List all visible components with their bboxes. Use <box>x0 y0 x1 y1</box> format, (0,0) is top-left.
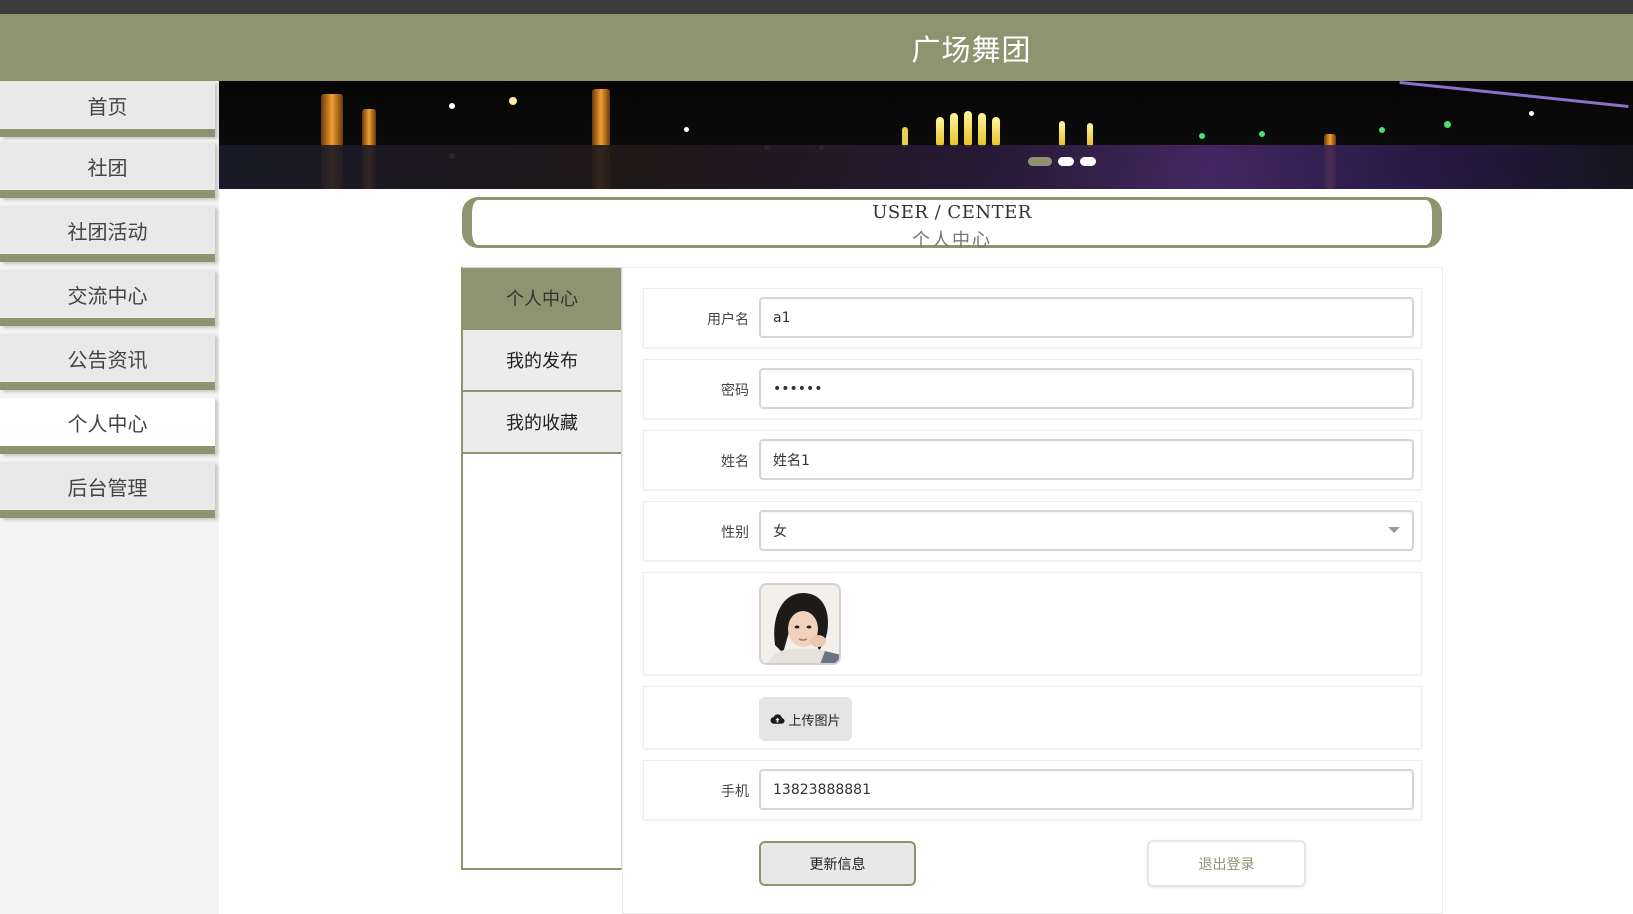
carousel-indicators <box>1028 157 1096 166</box>
upload-image-button[interactable]: 上传图片 <box>759 697 852 741</box>
username-field[interactable]: a1 <box>759 297 1414 338</box>
cloud-upload-icon <box>771 714 786 724</box>
password-row: 密码 •••••• <box>643 359 1422 419</box>
site-header: 广场舞团 <box>0 14 1633 81</box>
menu-item-label: 个人中心 <box>506 289 578 310</box>
logout-button[interactable]: 退出登录 <box>1147 840 1306 887</box>
site-title: 广场舞团 <box>911 32 1032 67</box>
user-center-menu: 个人中心 我的发布 我的收藏 <box>461 267 622 870</box>
phone-field[interactable]: 13823888881 <box>759 769 1414 810</box>
profile-form: 用户名 a1 密码 •••••• 姓名 姓名1 性别 女 上传图片 手机 138… <box>622 267 1443 914</box>
section-title-en: USER / CENTER <box>872 202 1032 223</box>
password-label: 密码 <box>721 383 749 399</box>
menu-item-label: 我的发布 <box>506 351 578 372</box>
update-info-button[interactable]: 更新信息 <box>759 841 916 886</box>
sidebar-item-forum[interactable]: 交流中心 <box>0 270 215 326</box>
menu-item-my-favorites[interactable]: 我的收藏 <box>463 392 621 454</box>
banner-carousel[interactable] <box>219 81 1633 189</box>
sidebar-item-label: 社团 <box>87 155 128 180</box>
sidebar-item-label: 公告资讯 <box>67 347 148 372</box>
carousel-dot[interactable] <box>1028 157 1052 166</box>
chevron-down-icon <box>1388 527 1400 533</box>
sidebar-item-label: 交流中心 <box>67 283 148 308</box>
phone-row: 手机 13823888881 <box>643 760 1422 820</box>
name-label: 姓名 <box>721 454 749 470</box>
gender-select-value: 女 <box>773 523 787 540</box>
avatar[interactable] <box>759 583 841 665</box>
password-field[interactable]: •••••• <box>759 368 1414 409</box>
avatar-row <box>643 572 1422 675</box>
sidebar-item-label: 首页 <box>87 94 128 119</box>
sidebar-nav: 首页 社团 社团活动 交流中心 公告资讯 个人中心 后台管理 <box>0 81 219 914</box>
name-row: 姓名 姓名1 <box>643 430 1422 490</box>
sidebar-item-club[interactable]: 社团 <box>0 142 215 198</box>
name-field[interactable]: 姓名1 <box>759 439 1414 480</box>
sidebar-item-club-activities[interactable]: 社团活动 <box>0 206 215 262</box>
gender-label: 性别 <box>721 525 749 541</box>
gender-select[interactable]: 女 <box>759 510 1414 551</box>
gender-row: 性别 女 <box>643 501 1422 561</box>
phone-label: 手机 <box>721 784 749 800</box>
browser-chrome-strip <box>0 0 1633 14</box>
section-title-cn: 个人中心 <box>912 230 992 251</box>
sidebar-item-label: 社团活动 <box>67 219 148 244</box>
upload-button-label: 上传图片 <box>788 713 841 729</box>
sidebar-item-news[interactable]: 公告资讯 <box>0 334 215 390</box>
sidebar-item-home[interactable]: 首页 <box>0 81 215 137</box>
sidebar-item-label: 后台管理 <box>67 475 148 500</box>
sidebar-item-admin[interactable]: 后台管理 <box>0 462 215 518</box>
sidebar-item-user-center[interactable]: 个人中心 <box>0 398 215 454</box>
menu-item-user-center[interactable]: 个人中心 <box>463 268 621 330</box>
section-title: USER / CENTER 个人中心 <box>462 197 1442 251</box>
username-label: 用户名 <box>707 312 749 328</box>
carousel-dot[interactable] <box>1058 157 1074 166</box>
username-row: 用户名 a1 <box>643 288 1422 348</box>
menu-item-my-posts[interactable]: 我的发布 <box>463 330 621 392</box>
carousel-dot[interactable] <box>1080 157 1096 166</box>
menu-item-label: 我的收藏 <box>506 413 578 434</box>
upload-row: 上传图片 <box>643 686 1422 749</box>
sidebar-item-label: 个人中心 <box>67 411 148 436</box>
